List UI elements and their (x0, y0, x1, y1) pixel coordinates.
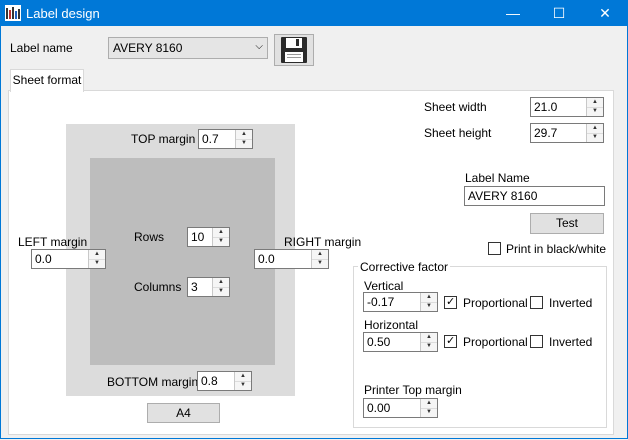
close-button[interactable]: ✕ (582, 0, 628, 26)
left-margin-label: LEFT margin (18, 235, 88, 249)
sheet-width-label: Sheet width (424, 100, 487, 114)
horizontal-value: 0.50 (367, 335, 391, 349)
spin-down-icon[interactable]: ▼ (89, 259, 105, 268)
rows-label: Rows (134, 230, 165, 244)
spin-down-icon[interactable]: ▼ (587, 133, 603, 142)
test-button[interactable]: Test (530, 213, 604, 234)
spin-down-icon[interactable]: ▼ (421, 342, 437, 351)
spin-down-icon[interactable]: ▼ (213, 237, 229, 246)
label-name-field-label: Label Name (465, 171, 530, 185)
vertical-value: -0.17 (367, 295, 395, 309)
columns-label: Columns (134, 280, 182, 294)
floppy-disk-icon (281, 37, 307, 63)
bottom-margin-value: 0.8 (201, 374, 218, 388)
label-name-input-value: AVERY 8160 (468, 189, 538, 203)
horizontal-proportional-label: Proportional (463, 335, 528, 349)
right-margin-spinner[interactable]: 0.0 ▲ ▼ (254, 249, 329, 269)
checkmark-icon: ✓ (446, 296, 456, 308)
spin-down-icon[interactable]: ▼ (421, 408, 437, 417)
horizontal-label: Horizontal (364, 318, 419, 332)
printer-top-margin-spinner[interactable]: 0.00 ▲ ▼ (363, 398, 438, 418)
print-bw-checkbox[interactable] (488, 242, 501, 255)
checkmark-icon: ✓ (446, 335, 456, 347)
minimize-button[interactable]: — (490, 0, 536, 26)
maximize-button[interactable]: ☐ (536, 0, 582, 26)
vertical-inverted-label: Inverted (549, 296, 593, 310)
spin-down-icon[interactable]: ▼ (236, 139, 252, 148)
horizontal-proportional-checkbox[interactable]: ✓ (444, 335, 457, 348)
vertical-proportional-label: Proportional (463, 296, 528, 310)
vertical-proportional-checkbox[interactable]: ✓ (444, 296, 457, 309)
printer-top-margin-value: 0.00 (367, 401, 391, 415)
label-name-input[interactable]: AVERY 8160 (464, 186, 605, 206)
label-name-value: AVERY 8160 (113, 41, 183, 55)
vertical-inverted-checkbox[interactable] (530, 296, 543, 309)
left-margin-value: 0.0 (35, 252, 52, 266)
horizontal-inverted-label: Inverted (549, 335, 593, 349)
labels-area-preview (90, 158, 275, 365)
corrective-factor-title: Corrective factor (358, 260, 451, 274)
sheet-height-spinner[interactable]: 29.7 ▲ ▼ (530, 123, 604, 143)
label-name-combobox[interactable]: AVERY 8160 ⌵ (108, 37, 268, 59)
sheet-height-value: 29.7 (534, 126, 558, 140)
vertical-label: Vertical (364, 279, 404, 293)
sheet-width-value: 21.0 (534, 100, 558, 114)
bottom-margin-spinner[interactable]: 0.8 ▲ ▼ (197, 371, 252, 391)
spin-down-icon[interactable]: ▼ (235, 381, 251, 390)
left-margin-spinner[interactable]: 0.0 ▲ ▼ (31, 249, 106, 269)
spin-down-icon[interactable]: ▼ (421, 302, 437, 311)
spin-down-icon[interactable]: ▼ (587, 107, 603, 116)
right-margin-label: RIGHT margin (284, 235, 362, 249)
top-margin-label: TOP margin (131, 132, 196, 146)
columns-value: 3 (191, 280, 198, 294)
save-button[interactable] (274, 34, 314, 66)
spin-down-icon[interactable]: ▼ (213, 287, 229, 296)
right-margin-value: 0.0 (258, 252, 275, 266)
horizontal-spinner[interactable]: 0.50 ▲ ▼ (363, 332, 438, 352)
horizontal-inverted-checkbox[interactable] (530, 335, 543, 348)
top-margin-value: 0.7 (202, 132, 219, 146)
bottom-margin-label: BOTTOM margin (107, 375, 199, 389)
rows-spinner[interactable]: 10 ▲ ▼ (187, 227, 230, 247)
window-title: Label design (26, 6, 100, 21)
rows-value: 10 (191, 230, 205, 244)
columns-spinner[interactable]: 3 ▲ ▼ (187, 277, 230, 297)
a4-format-button[interactable]: A4 (147, 403, 220, 423)
title-bar: Label design — ☐ ✕ (0, 0, 628, 26)
vertical-spinner[interactable]: -0.17 ▲ ▼ (363, 292, 438, 312)
sheet-width-spinner[interactable]: 21.0 ▲ ▼ (530, 97, 604, 117)
top-margin-spinner[interactable]: 0.7 ▲ ▼ (198, 129, 253, 149)
printer-top-margin-label: Printer Top margin (364, 383, 462, 397)
chevron-down-icon[interactable]: ⌵ (255, 41, 263, 52)
label-name-label: Label name (10, 41, 73, 55)
app-icon (5, 5, 21, 21)
sheet-height-label: Sheet height (424, 126, 492, 140)
tab-sheet-format[interactable]: Sheet format (10, 69, 84, 92)
print-bw-label: Print in black/white (506, 242, 607, 256)
spin-down-icon[interactable]: ▼ (312, 259, 328, 268)
